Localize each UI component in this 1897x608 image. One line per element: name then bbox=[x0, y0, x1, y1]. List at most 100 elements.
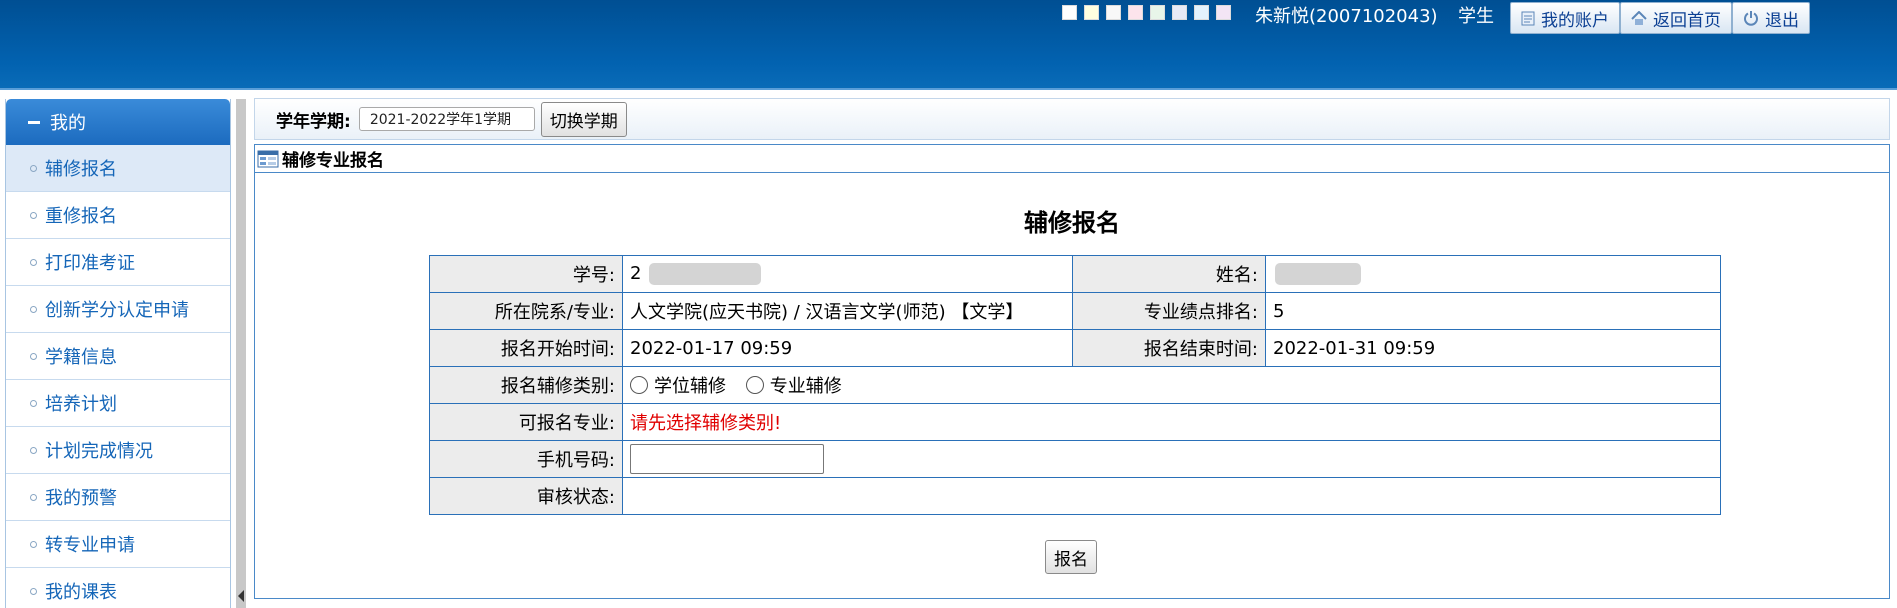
sidebar-item-label: 培养计划 bbox=[45, 394, 117, 415]
sidebar-item-label: 创新学分认定申请 bbox=[45, 300, 189, 321]
bullet-icon bbox=[30, 493, 37, 501]
minor-type-label: 报名辅修类别: bbox=[429, 366, 623, 404]
sidebar-item-student-status[interactable]: 学籍信息 bbox=[6, 333, 230, 380]
sidebar-item-training-plan[interactable]: 培养计划 bbox=[6, 380, 230, 427]
sidebar-item-label: 计划完成情况 bbox=[45, 441, 153, 462]
collapse-icon bbox=[28, 120, 40, 124]
theme-swatches bbox=[1062, 5, 1231, 20]
theme-swatch[interactable] bbox=[1084, 5, 1099, 20]
sidebar-item-plan-progress[interactable]: 计划完成情况 bbox=[6, 427, 230, 474]
home-button[interactable]: 返回首页 bbox=[1620, 2, 1732, 34]
sidebar-item-my-warnings[interactable]: 我的预警 bbox=[6, 474, 230, 521]
sidebar-group-header[interactable]: 我的 bbox=[6, 99, 230, 145]
minor-type-options: 学位辅修 专业辅修 bbox=[622, 366, 1721, 404]
start-time-label: 报名开始时间: bbox=[429, 329, 623, 367]
review-status-label: 审核状态: bbox=[429, 477, 623, 515]
term-field[interactable]: 2021-2022学年1学期 bbox=[358, 107, 535, 131]
form-title: 辅修报名 bbox=[1024, 209, 1120, 237]
bullet-icon bbox=[30, 540, 37, 548]
home-icon bbox=[1631, 10, 1647, 25]
major-minor-label: 专业辅修 bbox=[769, 375, 842, 397]
user-role: 学生 bbox=[1458, 6, 1494, 27]
user-name: 朱新悦(2007102043) bbox=[1255, 6, 1438, 27]
bullet-icon bbox=[30, 446, 37, 454]
major-minor-option[interactable]: 专业辅修 bbox=[745, 372, 842, 398]
logout-button[interactable]: 退出 bbox=[1732, 2, 1810, 34]
my-account-button[interactable]: 我的账户 bbox=[1510, 2, 1620, 34]
table-row: 可报名专业: 请先选择辅修类别! bbox=[429, 403, 1721, 441]
sidebar-item-retake-registration[interactable]: 重修报名 bbox=[6, 192, 230, 239]
register-button[interactable]: 报名 bbox=[1045, 540, 1097, 574]
sidebar-item-label: 转专业申请 bbox=[45, 535, 135, 556]
minor-registration-panel: 辅修专业报名 辅修报名 学号: 2 姓名: 所在院系/专业: 人文学院(应天书院… bbox=[254, 144, 1890, 599]
table-row: 学号: 2 姓名: bbox=[429, 255, 1721, 293]
term-label: 学年学期: bbox=[276, 111, 351, 132]
sidebar-item-major-transfer[interactable]: 转专业申请 bbox=[6, 521, 230, 568]
phone-label: 手机号码: bbox=[429, 440, 623, 478]
theme-swatch[interactable] bbox=[1194, 5, 1209, 20]
sidebar-item-label: 重修报名 bbox=[45, 206, 117, 227]
available-major-cell: 请先选择辅修类别! bbox=[622, 403, 1721, 441]
end-time-label: 报名结束时间: bbox=[1072, 329, 1266, 367]
top-header: 朱新悦(2007102043) 学生 我的账户 返回首页 退出 bbox=[0, 0, 1897, 90]
dept-label: 所在院系/专业: bbox=[429, 292, 623, 330]
redacted-block bbox=[1275, 263, 1361, 285]
phone-cell bbox=[622, 440, 1721, 478]
theme-swatch[interactable] bbox=[1106, 5, 1121, 20]
sidebar-item-my-timetable[interactable]: 我的课表 bbox=[6, 568, 230, 608]
theme-swatch[interactable] bbox=[1172, 5, 1187, 20]
sidebar: 我的 辅修报名 重修报名 打印准考证 创新学分认定申请 学籍信息 培养计划 计划… bbox=[5, 99, 231, 608]
table-row: 所在院系/专业: 人文学院(应天书院) / 汉语言文学(师范) 【文学】 专业绩… bbox=[429, 292, 1721, 330]
theme-swatch[interactable] bbox=[1216, 5, 1231, 20]
sidebar-item-minor-registration[interactable]: 辅修报名 bbox=[6, 145, 230, 192]
student-id-label: 学号: bbox=[429, 255, 623, 293]
dept-value: 人文学院(应天书院) / 汉语言文学(师范) 【文学】 bbox=[622, 292, 1073, 330]
bullet-icon bbox=[30, 164, 37, 172]
bullet-icon bbox=[30, 352, 37, 360]
sidebar-item-print-admission[interactable]: 打印准考证 bbox=[6, 239, 230, 286]
rank-label: 专业绩点排名: bbox=[1072, 292, 1266, 330]
bullet-icon bbox=[30, 258, 37, 266]
redacted-block bbox=[649, 263, 762, 285]
sidebar-item-label: 辅修报名 bbox=[45, 159, 117, 180]
degree-minor-option[interactable]: 学位辅修 bbox=[630, 372, 726, 398]
select-type-hint: 请先选择辅修类别! bbox=[630, 413, 782, 434]
student-id-value: 2 bbox=[630, 263, 642, 284]
rank-value: 5 bbox=[1265, 292, 1721, 330]
account-icon bbox=[1521, 11, 1535, 25]
panel-title-bar: 辅修专业报名 bbox=[255, 145, 1889, 173]
table-row: 报名开始时间: 2022-01-17 09:59 报名结束时间: 2022-01… bbox=[429, 329, 1721, 367]
my-account-label: 我的账户 bbox=[1541, 10, 1609, 31]
bullet-icon bbox=[30, 399, 37, 407]
panel-title: 辅修专业报名 bbox=[282, 151, 384, 171]
end-time-value: 2022-01-31 09:59 bbox=[1265, 329, 1721, 367]
phone-input[interactable] bbox=[630, 444, 824, 474]
switch-term-button[interactable]: 切换学期 bbox=[540, 101, 627, 137]
name-cell bbox=[1265, 255, 1721, 293]
bullet-icon bbox=[30, 587, 37, 595]
table-row: 审核状态: bbox=[429, 477, 1721, 515]
term-bar: 学年学期: 2021-2022学年1学期 切换学期 bbox=[254, 98, 1890, 140]
review-status-value bbox=[622, 477, 1721, 515]
power-icon bbox=[1744, 11, 1758, 26]
collapse-arrow-icon[interactable] bbox=[238, 590, 244, 602]
registration-form-table: 学号: 2 姓名: 所在院系/专业: 人文学院(应天书院) / 汉语言文学(师范… bbox=[429, 255, 1721, 515]
degree-minor-label: 学位辅修 bbox=[654, 375, 726, 397]
bullet-icon bbox=[30, 305, 37, 313]
sidebar-group-label: 我的 bbox=[50, 113, 86, 134]
name-label: 姓名: bbox=[1072, 255, 1266, 293]
table-row: 报名辅修类别: 学位辅修 专业辅修 bbox=[429, 366, 1721, 404]
theme-swatch[interactable] bbox=[1128, 5, 1143, 20]
home-label: 返回首页 bbox=[1653, 10, 1721, 31]
theme-swatch[interactable] bbox=[1150, 5, 1165, 20]
major-minor-radio[interactable] bbox=[745, 375, 764, 394]
form-window-icon bbox=[257, 150, 279, 167]
theme-swatch[interactable] bbox=[1062, 5, 1077, 20]
logout-label: 退出 bbox=[1765, 10, 1799, 31]
sidebar-splitter[interactable] bbox=[236, 99, 246, 608]
sidebar-item-label: 打印准考证 bbox=[45, 253, 135, 274]
degree-minor-radio[interactable] bbox=[630, 375, 648, 394]
table-row: 手机号码: bbox=[429, 440, 1721, 478]
start-time-value: 2022-01-17 09:59 bbox=[622, 329, 1073, 367]
sidebar-item-innovation-credit[interactable]: 创新学分认定申请 bbox=[6, 286, 230, 333]
